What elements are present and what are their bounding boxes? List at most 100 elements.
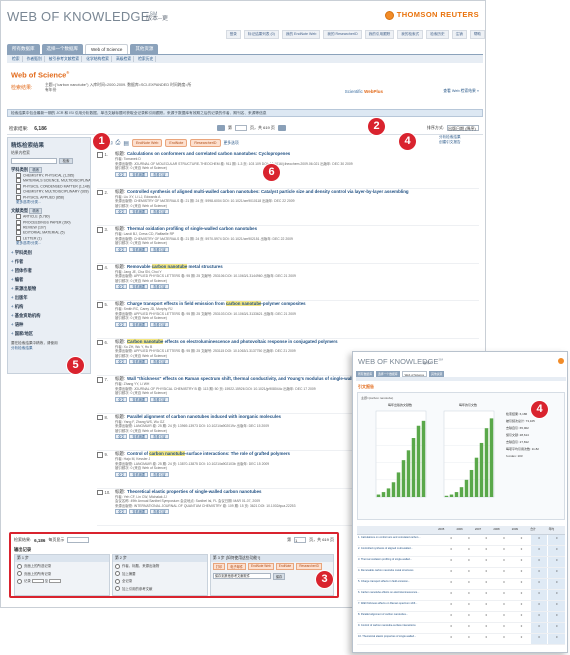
full-text-button[interactable]: 全文	[115, 246, 128, 252]
toplink-help[interactable]: 帮助	[469, 30, 485, 39]
endnote-button[interactable]: EndNote	[275, 563, 295, 570]
view-abstract-button[interactable]: 查看摘要	[129, 509, 149, 515]
per-page-select[interactable]	[67, 537, 90, 543]
record-checkbox[interactable]: 8.	[97, 415, 109, 421]
full-text-button[interactable]: 全文	[115, 359, 128, 365]
citation-row-title[interactable]: 10. Theoretical elastic properties of si…	[357, 634, 442, 644]
record-title-text[interactable]: Controlled synthesis of aligned multi-wa…	[127, 189, 409, 194]
tab-all-databases[interactable]: 所有数据库	[7, 44, 40, 54]
view-citing-button[interactable]: 查看引证	[150, 359, 169, 365]
full-text-button[interactable]: 全文	[115, 321, 128, 327]
record-title-text[interactable]: Removable	[127, 264, 152, 269]
print-icon[interactable]: ⎙	[116, 140, 121, 147]
view-citing-button[interactable]: 查看引证	[150, 321, 169, 327]
record-title-rest[interactable]: metal structures	[187, 264, 223, 269]
record-checkbox[interactable]: 9.	[97, 452, 109, 458]
record-title-text[interactable]: Charge transport effects in field emissi…	[127, 301, 226, 306]
view-abstract-button[interactable]: 查看摘要	[129, 434, 149, 440]
record-checkbox[interactable]: 7.	[97, 377, 109, 383]
citation-row-title[interactable]: 8. Parallel alignment of carbon nanotube…	[357, 612, 442, 622]
analyze-results-link[interactable]: 分析检索结果	[11, 346, 33, 350]
view-abstract-button[interactable]: 查看摘要	[129, 246, 149, 252]
full-text-button[interactable]: 全文	[115, 209, 128, 215]
citation-row-title[interactable]: 3. Thermal oxidation profiling of single…	[357, 557, 442, 567]
view-abstract-button[interactable]: 查看摘要	[129, 471, 149, 477]
tab-other-resources[interactable]: 其他资源	[130, 44, 159, 54]
toplink-saved-searches[interactable]: 我的检索式	[397, 30, 424, 39]
within-search-button[interactable]: 检索	[59, 158, 73, 164]
refine-category[interactable]: 语种	[8, 319, 90, 328]
record-title-highlight[interactable]: carbon nanotube	[151, 263, 188, 269]
researcherid-button[interactable]: ResearcherID	[190, 139, 221, 147]
record-title-text[interactable]: Thermal oxidation profiling of single-wa…	[127, 226, 257, 231]
step-2-option[interactable]: 作者，标题，来源出版物	[113, 562, 207, 570]
save-icon[interactable]: ▤	[123, 140, 129, 147]
record-title-highlight[interactable]: Carbon nanotube	[127, 338, 164, 344]
records-from-input[interactable]	[31, 579, 44, 584]
bottom-page-input[interactable]: 1	[294, 537, 307, 543]
step-2-option[interactable]: 全记录	[113, 577, 207, 585]
step-2-option[interactable]: 加上引用的参考文献	[113, 585, 207, 593]
toplink-marked-list[interactable]: 标记结果列表 (0)	[243, 30, 279, 39]
record-title-text[interactable]: Theoretical elastic properties of single…	[127, 489, 261, 494]
endnote-web-button[interactable]: EndNote Web	[132, 139, 163, 147]
subnav-author-finder[interactable]: 作者甄别	[25, 56, 45, 62]
toplink-citation-alerts[interactable]: 我的引用跟踪	[364, 30, 395, 39]
record-title-text[interactable]: Control of	[127, 451, 149, 456]
view-citing-button[interactable]: 查看引证	[150, 434, 169, 440]
print-button[interactable]: 打印	[212, 563, 226, 570]
citation-report-link[interactable]: 创建引文报告	[439, 140, 479, 145]
subnav-cited-ref-search[interactable]: 被引参考文献检索	[47, 56, 83, 62]
refine-category[interactable]: 国家/地区	[8, 328, 90, 337]
step-1-option[interactable]: 记录 至	[15, 577, 109, 585]
record-checkbox[interactable]: 2.	[97, 190, 109, 196]
view-citing-button[interactable]: 查看引证	[150, 471, 169, 477]
citation-row-title[interactable]: 5. Charge transport effects in field emi…	[357, 579, 442, 589]
citation-row-title[interactable]: 1. Calculations on conformers and correl…	[357, 535, 442, 545]
step-2-option[interactable]: 加上摘要	[113, 570, 207, 578]
view-abstract-button[interactable]: 查看摘要	[129, 359, 149, 365]
view-abstract-button[interactable]: 查看摘要	[129, 284, 149, 290]
refine-category[interactable]: 来源出版物	[8, 283, 90, 292]
subnav-search[interactable]: 检索	[10, 56, 23, 62]
record-checkbox[interactable]: 10.	[97, 490, 111, 496]
full-text-button[interactable]: 全文	[115, 509, 128, 515]
tab-web-of-science[interactable]: Web of Science	[85, 44, 129, 54]
page-input[interactable]	[235, 125, 247, 131]
view-citing-button[interactable]: 查看引证	[150, 171, 169, 177]
record-checkbox[interactable]: 1.	[97, 152, 109, 158]
view-citing-button[interactable]: 查看引证	[150, 246, 169, 252]
record-title-rest[interactable]: -surface interactions: The role of graft…	[185, 451, 290, 456]
refine-category[interactable]: 出版年	[8, 292, 90, 301]
endnote-web-button[interactable]: EndNote Web	[248, 563, 274, 570]
save-button[interactable]: 保存	[272, 572, 286, 580]
refine-category[interactable]: 机构	[8, 301, 90, 310]
view-abstract-button[interactable]: 查看摘要	[129, 321, 149, 327]
sort-select[interactable]: 出版日期 (降序)	[447, 125, 479, 131]
citation-row-title[interactable]: 6. Carbon nanotube effects on electrolum…	[357, 590, 442, 600]
record-title-text[interactable]: Parallel alignment of carbon nanotubes i…	[127, 414, 281, 419]
step-3-help-link[interactable]: [如何使用这些功能?]	[226, 556, 261, 560]
refine-category[interactable]: 基金资助机构	[8, 310, 90, 319]
view-citing-button[interactable]: 查看引证	[150, 284, 169, 290]
view-citing-button[interactable]: 查看引证	[150, 509, 169, 515]
full-text-button[interactable]: 全文	[115, 471, 128, 477]
view-abstract-button[interactable]: 查看摘要	[129, 171, 149, 177]
citation-row-title[interactable]: 9. Control of carbon nanotube-surface in…	[357, 623, 442, 633]
full-text-button[interactable]: 全文	[115, 396, 128, 402]
citation-row-title[interactable]: 7. Wall thickness effects on Raman spect…	[357, 601, 442, 611]
save-to-select[interactable]: 保存到其他参考文献软件	[212, 573, 271, 579]
subnav-structure-search[interactable]: 化学结构检索	[84, 56, 112, 62]
record-checkbox[interactable]: 3.	[97, 227, 109, 233]
tab-select-database[interactable]: 选择一个数据库	[41, 44, 83, 54]
toplink-researcherid[interactable]: 我的 ResearcherID	[323, 30, 362, 39]
step-1-option[interactable]: 页面上的所选记录	[15, 562, 109, 570]
full-text-button[interactable]: 全文	[115, 434, 128, 440]
view-citing-button[interactable]: 查看引证	[150, 396, 169, 402]
toplink-endnote-web[interactable]: 我的 EndNote Web	[281, 30, 321, 39]
scientific-webplus[interactable]: Scientific WebPlus	[345, 89, 383, 94]
more-options-link[interactable]: 更多选项	[224, 141, 239, 146]
view-abstract-button[interactable]: 查看摘要	[129, 209, 149, 215]
refine-category[interactable]: 团体作者	[8, 265, 90, 274]
record-title-highlight[interactable]: carbon nanotube	[149, 451, 185, 456]
